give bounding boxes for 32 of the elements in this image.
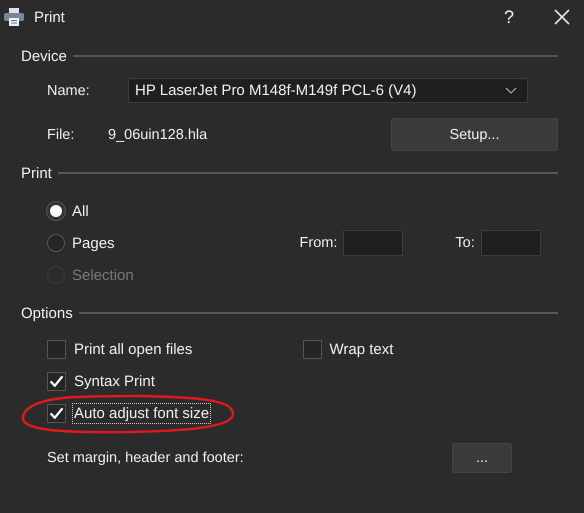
radio-button[interactable] (47, 234, 65, 252)
section-heading: Print (21, 164, 52, 182)
printer-icon (4, 8, 24, 26)
radio-button[interactable] (47, 202, 65, 220)
from-label: From: (300, 235, 338, 251)
radio-label: Selection (72, 266, 134, 284)
from-field[interactable] (343, 230, 404, 256)
name-label: Name: (47, 82, 91, 98)
window-title: Print (34, 8, 66, 26)
checkbox-label: Syntax Print (73, 372, 156, 392)
file-label: File: (47, 126, 76, 142)
margin-settings-button[interactable]: ... (452, 443, 512, 473)
to-field[interactable] (480, 230, 541, 256)
checkbox-label: Auto adjust font size (72, 402, 212, 424)
checkbox[interactable] (47, 404, 66, 422)
checkbox[interactable] (302, 340, 322, 358)
margin-label: Set margin, header and footer: (47, 450, 244, 466)
chevron-down-icon (505, 86, 517, 94)
section-heading: Device (21, 48, 67, 64)
checkbox-label: Wrap text (328, 340, 394, 360)
close-icon[interactable] (554, 9, 570, 25)
checkbox-label: Print all open files (73, 340, 194, 360)
radio-label: All (72, 202, 89, 220)
printer-dropdown[interactable]: HP LaserJet Pro M148f-M149f PCL-6 (V4) (128, 78, 528, 103)
file-name: 9_06uin128.hla (108, 126, 208, 142)
checkbox[interactable] (47, 340, 66, 358)
checkbox[interactable] (47, 372, 66, 390)
radio-label: Pages (72, 234, 115, 252)
to-label: To: (455, 235, 475, 251)
setup-button[interactable]: Setup... (391, 118, 558, 151)
help-button[interactable]: ? (504, 6, 514, 28)
section-heading: Options (21, 304, 73, 322)
